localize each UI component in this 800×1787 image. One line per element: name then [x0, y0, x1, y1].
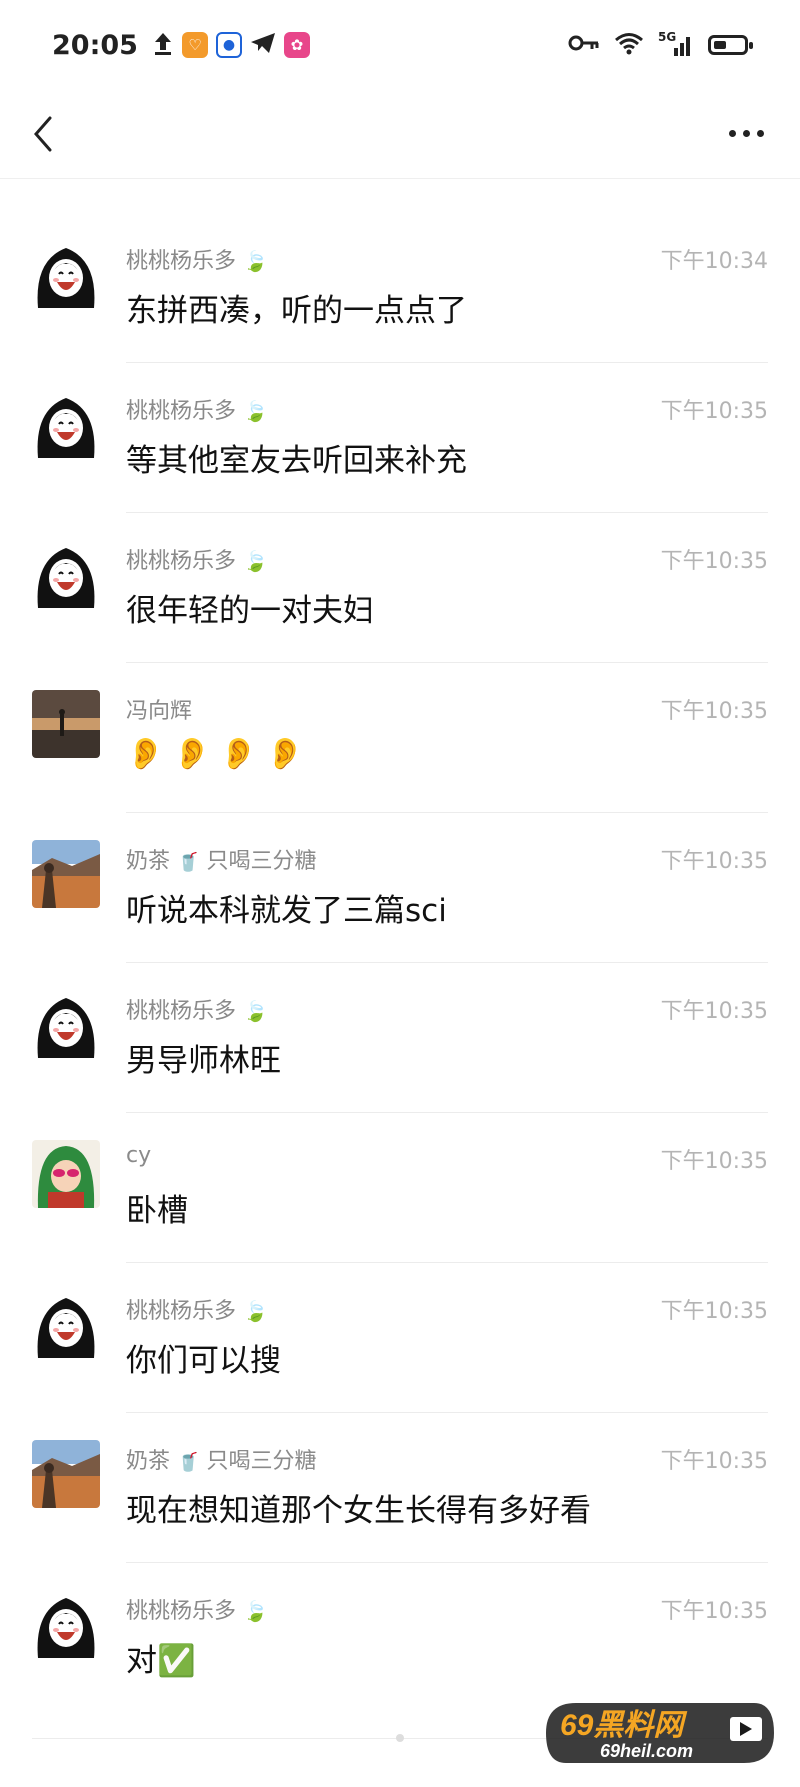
leaf-badge-icon: 🍃 — [243, 1599, 268, 1623]
key-icon — [568, 33, 600, 57]
wifi-icon — [614, 31, 644, 59]
message-time: 下午10:35 — [660, 1299, 768, 1324]
milk-tea-icon: 🥤 — [177, 852, 200, 873]
leaf-badge-icon: 🍃 — [243, 399, 268, 423]
message-time: 下午10:35 — [660, 999, 768, 1024]
message-text: 卧槽 — [126, 1193, 188, 1229]
back-button[interactable] — [26, 112, 66, 156]
status-bar: 20:05 ♡ ● ✿ 5G — [0, 0, 800, 90]
sender-name[interactable]: 冯向辉 — [126, 693, 192, 725]
avatar[interactable] — [32, 540, 100, 608]
svg-text:69黑料网: 69黑料网 — [560, 1709, 687, 1742]
message-text: 东拼西凑，听的一点点了 — [126, 293, 467, 329]
message-item[interactable]: 桃桃杨乐多 🍃 下午10:34 东拼西凑，听的一点点了 — [0, 213, 800, 363]
avatar[interactable] — [32, 990, 100, 1058]
nav-bar — [0, 90, 800, 179]
watermark-logo: 69黑料网 69heil.com — [540, 1697, 780, 1769]
more-dots-icon — [729, 130, 736, 137]
avatar[interactable] — [32, 690, 100, 758]
avatar[interactable] — [32, 390, 100, 458]
leaf-badge-icon: 🍃 — [243, 999, 268, 1023]
sender-name[interactable]: 桃桃杨乐多 🍃 — [126, 993, 268, 1025]
avatar[interactable] — [32, 240, 100, 308]
message-item[interactable]: 桃桃杨乐多 🍃 下午10:35 等其他室友去听回来补充 — [0, 363, 800, 513]
message-item[interactable]: cy 下午10:35 卧槽 — [0, 1113, 800, 1263]
message-text: 👂👂👂👂 — [126, 736, 313, 772]
avatar[interactable] — [32, 1440, 100, 1508]
more-button[interactable] — [729, 130, 764, 137]
signal-icon: 5G — [658, 30, 694, 58]
message-text: 等其他室友去听回来补充 — [126, 443, 467, 479]
sender-name[interactable]: 桃桃杨乐多 🍃 — [126, 243, 268, 275]
message-item[interactable]: 桃桃杨乐多 🍃 下午10:35 对✅ — [0, 1563, 800, 1713]
message-item[interactable]: 桃桃杨乐多 🍃 下午10:35 男导师林旺 — [0, 963, 800, 1113]
message-time: 下午10:35 — [660, 1149, 768, 1174]
message-time: 下午10:35 — [660, 1599, 768, 1624]
sender-name[interactable]: 奶茶 🥤 只喝三分糖 — [126, 843, 316, 875]
message-time: 下午10:35 — [660, 699, 768, 724]
sender-name[interactable]: 桃桃杨乐多 🍃 — [126, 543, 268, 575]
sender-name[interactable]: 桃桃杨乐多 🍃 — [126, 1293, 268, 1325]
message-item[interactable]: 桃桃杨乐多 🍃 下午10:35 很年轻的一对夫妇 — [0, 513, 800, 663]
message-item[interactable]: 奶茶 🥤 只喝三分糖 下午10:35 听说本科就发了三篇sci — [0, 813, 800, 963]
avatar[interactable] — [32, 1140, 100, 1208]
message-item[interactable]: 奶茶 🥤 只喝三分糖 下午10:35 现在想知道那个女生长得有多好看 — [0, 1413, 800, 1563]
message-time: 下午10:35 — [660, 849, 768, 874]
message-text: 很年轻的一对夫妇 — [126, 593, 374, 629]
leaf-badge-icon: 🍃 — [243, 1299, 268, 1323]
message-text: 现在想知道那个女生长得有多好看 — [126, 1493, 591, 1529]
message-item[interactable]: 桃桃杨乐多 🍃 下午10:35 你们可以搜 — [0, 1263, 800, 1413]
message-list: 桃桃杨乐多 🍃 下午10:34 东拼西凑，听的一点点了 桃桃杨乐多 🍃 下午10… — [0, 213, 800, 1713]
battery-icon — [708, 35, 753, 55]
sender-name[interactable]: 桃桃杨乐多 🍃 — [126, 393, 268, 425]
status-time: 20:05 — [52, 29, 138, 61]
message-item[interactable]: 冯向辉 下午10:35 👂👂👂👂 — [0, 663, 800, 813]
sender-name[interactable]: 桃桃杨乐多 🍃 — [126, 1593, 268, 1625]
leaf-badge-icon: 🍃 — [243, 549, 268, 573]
map-icon: ● — [215, 32, 242, 58]
sender-name[interactable]: cy — [126, 1143, 151, 1168]
message-time: 下午10:35 — [660, 1449, 768, 1474]
svg-text:69heil.com: 69heil.com — [600, 1741, 693, 1761]
avatar[interactable] — [32, 1290, 100, 1358]
avatar[interactable] — [32, 840, 100, 908]
app-icon: ✿ — [283, 32, 310, 58]
message-text: 你们可以搜 — [126, 1343, 281, 1379]
telegram-icon — [250, 31, 276, 59]
message-time: 下午10:34 — [660, 249, 768, 274]
message-text: 对✅ — [126, 1643, 196, 1679]
upload-icon — [152, 31, 174, 59]
scroll-indicator — [396, 1734, 404, 1742]
message-text: 听说本科就发了三篇sci — [126, 893, 447, 929]
sender-name[interactable]: 奶茶 🥤 只喝三分糖 — [126, 1443, 316, 1475]
status-right: 5G — [568, 30, 753, 59]
status-left: 20:05 ♡ ● ✿ — [52, 30, 310, 61]
message-time: 下午10:35 — [660, 549, 768, 574]
leaf-badge-icon: 🍃 — [243, 249, 268, 273]
avatar[interactable] — [32, 1590, 100, 1658]
message-time: 下午10:35 — [660, 399, 768, 424]
chevron-left-icon — [34, 116, 52, 152]
taobao-icon: ♡ — [181, 32, 208, 58]
milk-tea-icon: 🥤 — [177, 1452, 200, 1473]
message-text: 男导师林旺 — [126, 1043, 281, 1079]
